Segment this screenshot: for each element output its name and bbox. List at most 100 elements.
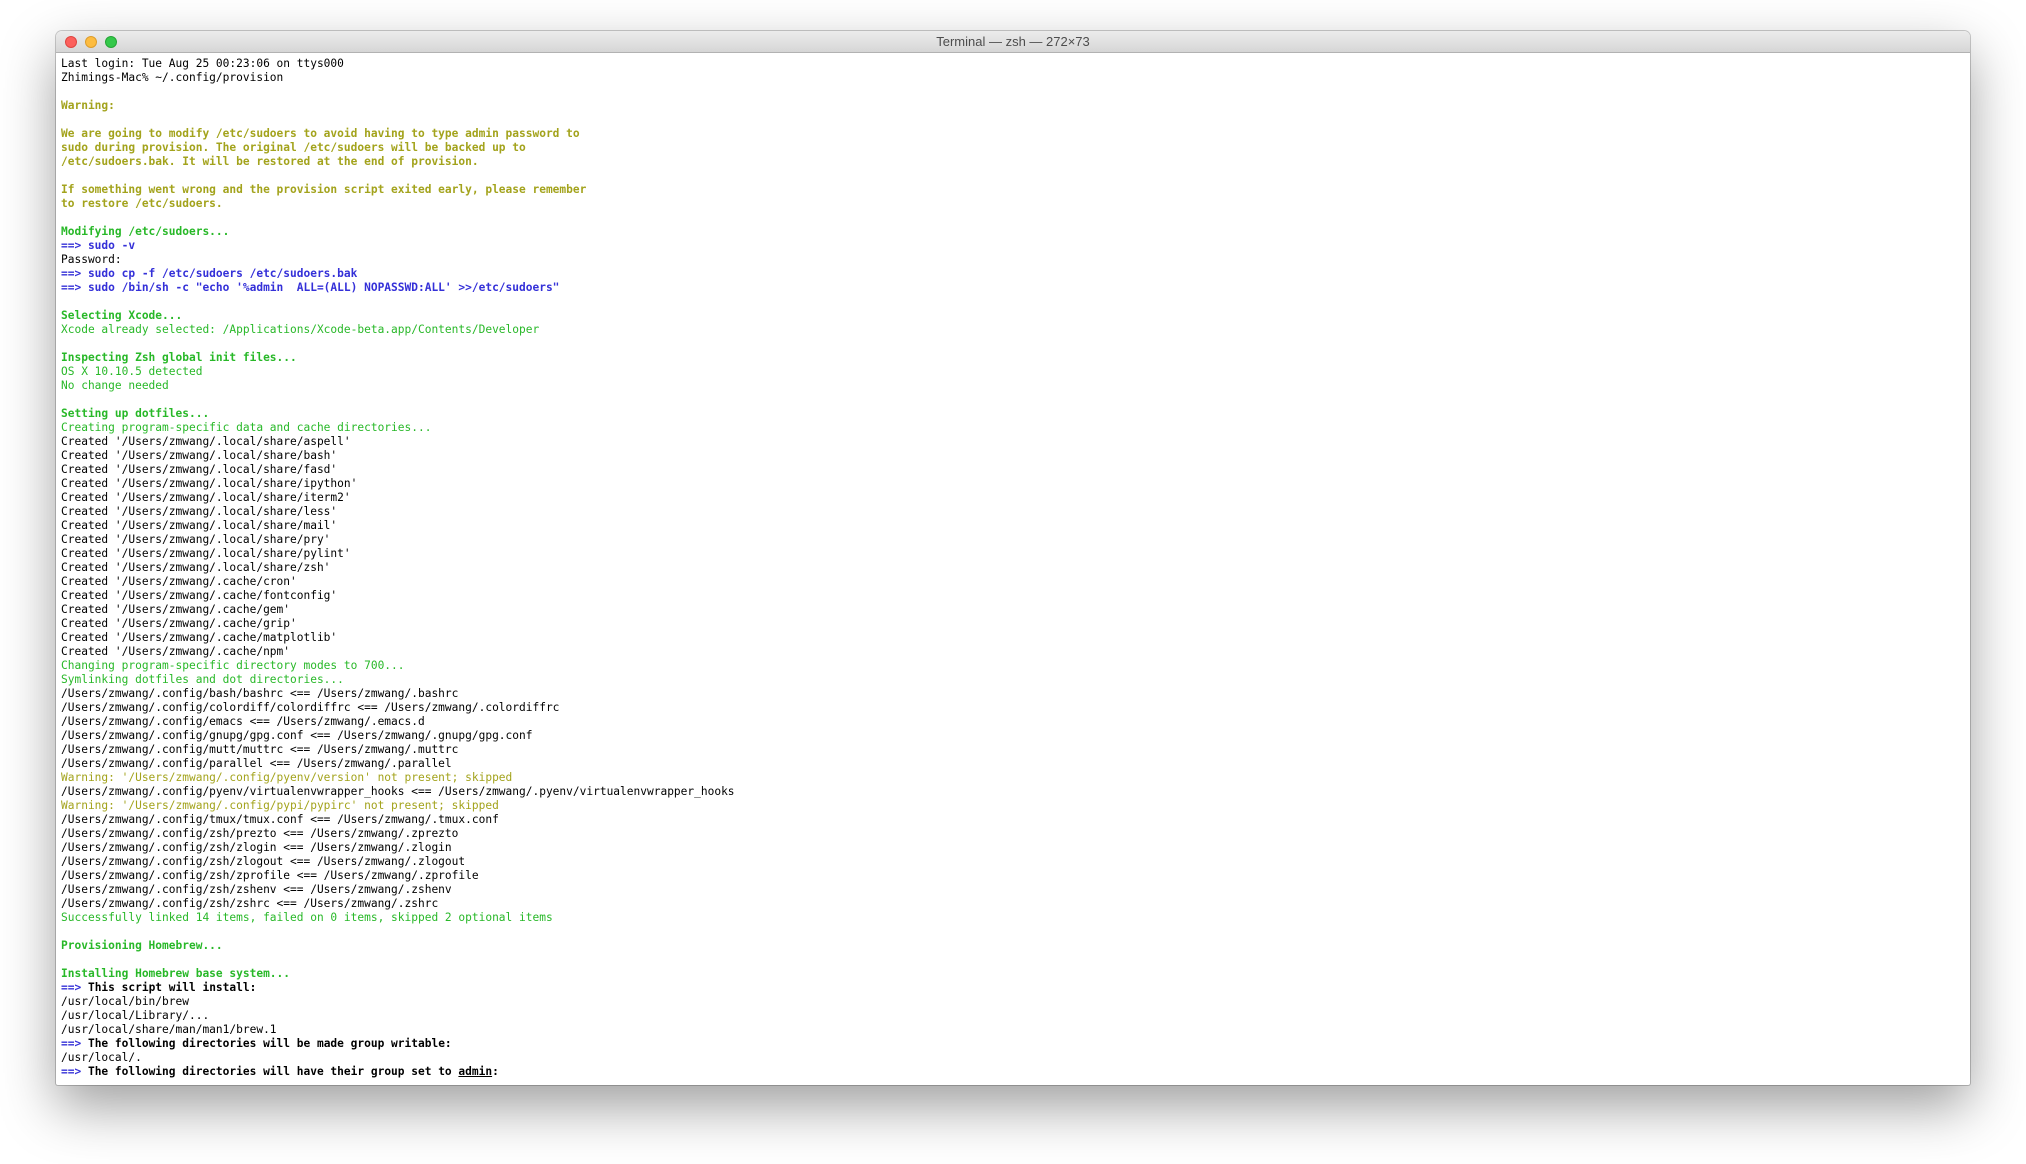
terminal-line-text: Created '/Users/zmwang/.local/share/bash… <box>61 449 338 462</box>
terminal-line: Changing program-specific directory mode… <box>61 659 1965 673</box>
terminal-line: Inspecting Zsh global init files... <box>61 351 1965 365</box>
terminal-line: Created '/Users/zmwang/.cache/matplotlib… <box>61 631 1965 645</box>
terminal-line-text: Created '/Users/zmwang/.local/share/pyli… <box>61 547 351 560</box>
terminal-line: /Users/zmwang/.config/pyenv/virtualenvwr… <box>61 785 1965 799</box>
terminal-line: sudo during provision. The original /etc… <box>61 141 1965 155</box>
terminal-line: ==> sudo cp -f /etc/sudoers /etc/sudoers… <box>61 267 1965 281</box>
terminal-line: Symlinking dotfiles and dot directories.… <box>61 673 1965 687</box>
prompt-arrow: ==> <box>61 1065 82 1078</box>
terminal-line-text: Installing Homebrew base system... <box>61 967 291 980</box>
terminal-line-text: Zhimings-Mac% ~/.config/provision <box>61 71 284 84</box>
terminal-line-text: /Users/zmwang/.config/tmux/tmux.conf <==… <box>61 813 499 826</box>
terminal-line-text: sudo during provision. The original /etc… <box>61 141 526 154</box>
title-bar[interactable]: Terminal — zsh — 272×73 <box>56 31 1970 53</box>
terminal-line-text: Warning: '/Users/zmwang/.config/pypi/pyp… <box>61 799 499 812</box>
terminal-line: /Users/zmwang/.config/gnupg/gpg.conf <==… <box>61 729 1965 743</box>
terminal-line: to restore /etc/sudoers. <box>61 197 1965 211</box>
terminal-line: Last login: Tue Aug 25 00:23:06 on ttys0… <box>61 57 1965 71</box>
terminal-line: Created '/Users/zmwang/.cache/npm' <box>61 645 1965 659</box>
terminal-line-text: ==> sudo cp -f /etc/sudoers /etc/sudoers… <box>61 267 358 280</box>
prompt-arrow: ==> <box>61 1037 82 1050</box>
terminal-line: /etc/sudoers.bak. It will be restored at… <box>61 155 1965 169</box>
terminal-line: ==> sudo -v <box>61 239 1965 253</box>
terminal-line-text: The following directories will be made g… <box>81 1037 452 1050</box>
terminal-line-text: Modifying /etc/sudoers... <box>61 225 230 238</box>
terminal-line: If something went wrong and the provisio… <box>61 183 1965 197</box>
terminal-line: Created '/Users/zmwang/.local/share/ipyt… <box>61 477 1965 491</box>
terminal-line-text: /Users/zmwang/.config/zsh/zlogin <== /Us… <box>61 841 452 854</box>
terminal-line: Created '/Users/zmwang/.local/share/fasd… <box>61 463 1965 477</box>
terminal-line-text: /etc/sudoers.bak. It will be restored at… <box>61 155 479 168</box>
terminal-line: Xcode already selected: /Applications/Xc… <box>61 323 1965 337</box>
terminal-line: /Users/zmwang/.config/mutt/muttrc <== /U… <box>61 743 1965 757</box>
terminal-line-text: /Users/zmwang/.config/zsh/zshenv <== /Us… <box>61 883 452 896</box>
terminal-line-text: Selecting Xcode... <box>61 309 183 322</box>
terminal-line: /Users/zmwang/.config/zsh/prezto <== /Us… <box>61 827 1965 841</box>
terminal-line-text: /usr/local/. <box>61 1051 142 1064</box>
terminal-line-text: OS X 10.10.5 detected <box>61 365 203 378</box>
terminal-line: /Users/zmwang/.config/zsh/zprofile <== /… <box>61 869 1965 883</box>
terminal-line: Created '/Users/zmwang/.cache/cron' <box>61 575 1965 589</box>
terminal-line: Created '/Users/zmwang/.local/share/mail… <box>61 519 1965 533</box>
terminal-line-text: /Users/zmwang/.config/emacs <== /Users/z… <box>61 715 425 728</box>
terminal-line-text: Created '/Users/zmwang/.local/share/less… <box>61 505 338 518</box>
terminal-line: ==> The following directories will be ma… <box>61 1037 1965 1051</box>
terminal-line-text: We are going to modify /etc/sudoers to a… <box>61 127 580 140</box>
terminal-line-text: Setting up dotfiles... <box>61 407 210 420</box>
terminal-line-text: /Users/zmwang/.config/colordiff/colordif… <box>61 701 560 714</box>
terminal-line-text: No change needed <box>61 379 169 392</box>
terminal-line: Modifying /etc/sudoers... <box>61 225 1965 239</box>
terminal-line-text: /Users/zmwang/.config/bash/bashrc <== /U… <box>61 687 459 700</box>
terminal-line-text: /Users/zmwang/.config/pyenv/virtualenvwr… <box>61 785 735 798</box>
terminal-line-text: Provisioning Homebrew... <box>61 939 223 952</box>
terminal-line: ==> sudo /bin/sh -c "echo '%admin ALL=(A… <box>61 281 1965 295</box>
terminal-line-text: /usr/local/bin/brew <box>61 995 189 1008</box>
terminal-line-text: Created '/Users/zmwang/.local/share/mail… <box>61 519 338 532</box>
terminal-line-text: /Users/zmwang/.config/zsh/zlogout <== /U… <box>61 855 466 868</box>
terminal-line-text: This script will install: <box>81 981 257 994</box>
terminal-line: /usr/local/. <box>61 1051 1965 1065</box>
terminal-line-text: to restore /etc/sudoers. <box>61 197 223 210</box>
terminal-line: /Users/zmwang/.config/parallel <== /User… <box>61 757 1965 771</box>
terminal-line: Password: <box>61 253 1965 267</box>
window-title: Terminal — zsh — 272×73 <box>936 34 1090 49</box>
terminal-line-text: /Users/zmwang/.config/zsh/prezto <== /Us… <box>61 827 459 840</box>
terminal-line-text: If something went wrong and the provisio… <box>61 183 587 196</box>
terminal-line: /usr/local/Library/... <box>61 1009 1965 1023</box>
terminal-line: /Users/zmwang/.config/emacs <== /Users/z… <box>61 715 1965 729</box>
terminal-line-text: Created '/Users/zmwang/.local/share/pry' <box>61 533 331 546</box>
terminal-line: ==> This script will install: <box>61 981 1965 995</box>
terminal-window: Terminal — zsh — 272×73 Last login: Tue … <box>56 31 1970 1085</box>
terminal-line-text: Created '/Users/zmwang/.cache/gem' <box>61 603 291 616</box>
terminal-line: Created '/Users/zmwang/.local/share/pry' <box>61 533 1965 547</box>
terminal-line: Created '/Users/zmwang/.local/share/zsh' <box>61 561 1965 575</box>
terminal-line-text: Created '/Users/zmwang/.cache/npm' <box>61 645 291 658</box>
terminal-line-underlined: admin <box>458 1065 493 1078</box>
terminal-line: We are going to modify /etc/sudoers to a… <box>61 127 1965 141</box>
terminal-line-text: Password: <box>61 253 122 266</box>
terminal-line-text: Created '/Users/zmwang/.cache/matplotlib… <box>61 631 338 644</box>
terminal-line: Installing Homebrew base system... <box>61 967 1965 981</box>
terminal-line-text: ==> sudo /bin/sh -c "echo '%admin ALL=(A… <box>61 281 560 294</box>
terminal-line: Created '/Users/zmwang/.local/share/less… <box>61 505 1965 519</box>
terminal-line: Warning: <box>61 99 1965 113</box>
terminal-line: Zhimings-Mac% ~/.config/provision <box>61 71 1965 85</box>
terminal-line-text: /usr/local/share/man/man1/brew.1 <box>61 1023 277 1036</box>
terminal-line-text: Warning: <box>61 99 115 112</box>
terminal-line: Created '/Users/zmwang/.cache/fontconfig… <box>61 589 1965 603</box>
terminal-line: OS X 10.10.5 detected <box>61 365 1965 379</box>
terminal-line-text: /Users/zmwang/.config/zsh/zshrc <== /Use… <box>61 897 439 910</box>
terminal-line: /usr/local/share/man/man1/brew.1 <box>61 1023 1965 1037</box>
terminal-line: Created '/Users/zmwang/.cache/gem' <box>61 603 1965 617</box>
terminal-line: /Users/zmwang/.config/zsh/zlogin <== /Us… <box>61 841 1965 855</box>
terminal-line: Created '/Users/zmwang/.local/share/pyli… <box>61 547 1965 561</box>
terminal-line: ==> The following directories will have … <box>61 1065 1965 1079</box>
terminal-line: /Users/zmwang/.config/tmux/tmux.conf <==… <box>61 813 1965 827</box>
terminal-line: Setting up dotfiles... <box>61 407 1965 421</box>
terminal-output[interactable]: Last login: Tue Aug 25 00:23:06 on ttys0… <box>61 57 1965 1085</box>
